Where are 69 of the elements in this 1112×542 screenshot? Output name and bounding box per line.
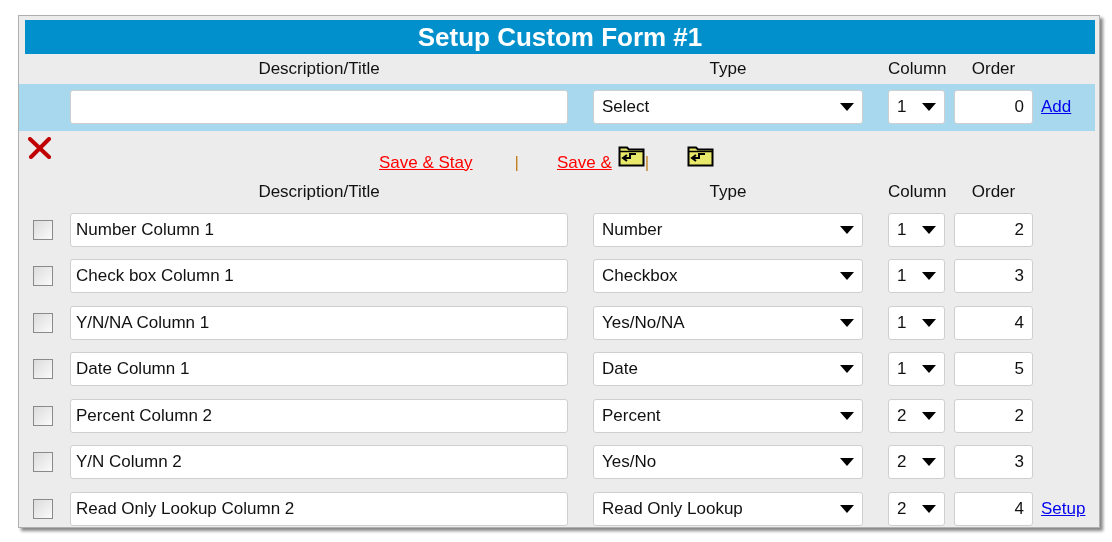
order-field[interactable]: 4 [954, 305, 1033, 340]
type-dropdown[interactable]: Select [593, 90, 863, 125]
type-dropdown[interactable]: Date [593, 352, 863, 387]
checkbox[interactable] [33, 452, 53, 473]
column-header: Order [970, 181, 1017, 202]
type-dropdown[interactable]: Yes/No/NA [593, 305, 863, 340]
caret-icon [922, 504, 936, 513]
caret-icon [922, 103, 936, 112]
description-field[interactable]: Read Only Lookup Column 2 [70, 491, 568, 526]
type-dropdown[interactable]: Yes/No [593, 445, 863, 480]
separator: | [514, 152, 519, 173]
order-field[interactable]: 0 [954, 90, 1033, 125]
checkbox[interactable] [33, 359, 53, 380]
column-dropdown[interactable]: 1 [888, 212, 945, 247]
caret-icon [922, 272, 936, 281]
column-dropdown[interactable]: 1 [888, 352, 945, 387]
checkbox[interactable] [33, 266, 53, 287]
caret-icon [922, 458, 936, 467]
caret-icon [840, 225, 854, 234]
column-header: Type [708, 59, 748, 79]
description-field[interactable]: Number Column 1 [70, 212, 568, 247]
column-header: Description/Title [257, 59, 381, 79]
column-dropdown[interactable]: 1 [888, 305, 945, 340]
add-link[interactable]: Add [1041, 97, 1095, 118]
separator: | [644, 152, 650, 173]
order-field[interactable]: 4 [954, 491, 1033, 526]
type-dropdown[interactable]: Percent [593, 398, 863, 433]
caret-icon [840, 272, 854, 281]
column-dropdown[interactable]: 2 [888, 491, 945, 526]
caret-icon [840, 103, 854, 112]
caret-icon [840, 458, 854, 467]
column-dropdown[interactable]: 1 [888, 90, 945, 125]
description-field[interactable]: Y/N Column 2 [70, 445, 568, 480]
checkbox[interactable] [33, 405, 53, 426]
caret-icon [840, 318, 854, 327]
form-title: Setup Custom Form #1 [25, 20, 1095, 54]
caret-icon [922, 318, 936, 327]
caret-icon [922, 225, 936, 234]
column-dropdown[interactable]: 1 [888, 259, 945, 294]
description-field[interactable]: Percent Column 2 [70, 398, 568, 433]
order-field[interactable]: 2 [954, 398, 1033, 433]
order-field[interactable]: 5 [954, 352, 1033, 387]
column-dropdown[interactable]: 2 [888, 445, 945, 480]
column-header: Description/Title [257, 181, 381, 202]
description-field[interactable]: Y/N/NA Column 1 [70, 305, 568, 340]
type-dropdown[interactable]: Checkbox [593, 259, 863, 294]
column-dropdown[interactable]: 2 [888, 398, 945, 433]
column-header: Order [970, 59, 1017, 79]
column-header: Type [708, 181, 748, 202]
order-field[interactable]: 3 [954, 445, 1033, 480]
checkbox[interactable] [33, 219, 53, 240]
type-dropdown[interactable]: Read Only Lookup [593, 491, 863, 526]
caret-icon [922, 365, 936, 374]
setup-link[interactable]: Setup [1041, 498, 1095, 519]
type-dropdown[interactable]: Number [593, 212, 863, 247]
description-field[interactable]: Date Column 1 [70, 352, 568, 387]
order-field[interactable]: 3 [954, 259, 1033, 294]
description-field[interactable] [70, 90, 568, 125]
delete-icon[interactable] [28, 136, 52, 159]
caret-icon [840, 365, 854, 374]
caret-icon [840, 504, 854, 513]
order-field[interactable]: 2 [954, 212, 1033, 247]
column-header: Column [888, 59, 945, 79]
caret-icon [922, 411, 936, 420]
caret-icon [840, 411, 854, 420]
checkbox[interactable] [33, 312, 53, 333]
description-field[interactable]: Check box Column 1 [70, 259, 568, 294]
checkbox[interactable] [33, 498, 53, 519]
column-header: Column [888, 181, 945, 202]
